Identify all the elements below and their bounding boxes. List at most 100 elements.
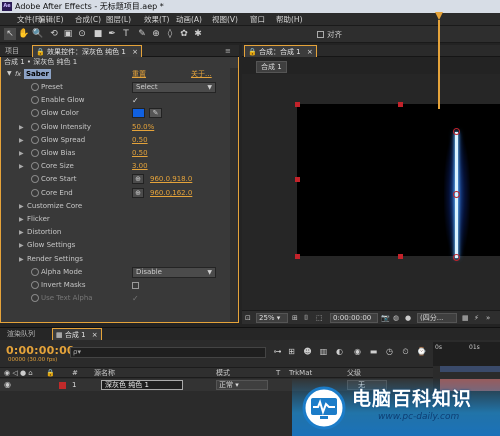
current-time-indicator[interactable]	[438, 20, 440, 109]
expand-triangle-icon[interactable]: ▶	[19, 203, 24, 210]
pen-tool-icon[interactable]: ✒	[106, 28, 118, 40]
expand-triangle-icon[interactable]: ▶	[19, 256, 24, 263]
prop-render-settings[interactable]: ▶ Render Settings	[1, 253, 230, 266]
expand-triangle-icon[interactable]: ▼	[7, 70, 12, 78]
prop-alpha-mode[interactable]: Alpha Mode Disable ▼	[1, 266, 230, 279]
stopwatch-icon[interactable]	[31, 294, 39, 303]
stopwatch-icon[interactable]	[31, 109, 39, 118]
close-icon[interactable]: ×	[132, 48, 138, 56]
glow-color-swatch[interactable]	[132, 108, 145, 119]
preset-dropdown[interactable]: Select ▼	[132, 82, 216, 93]
menu-edit[interactable]: 编辑(E)	[38, 14, 64, 25]
draft-3d-icon[interactable]: ⊞	[286, 346, 297, 357]
alpha-mode-dropdown[interactable]: Disable ▼	[132, 266, 216, 278]
core-start-value[interactable]: 960.0,918.0	[150, 174, 192, 185]
reset-link[interactable]: 重置	[132, 69, 146, 79]
hand-tool-icon[interactable]: ✋	[18, 28, 30, 40]
timer-icon[interactable]: ⏲	[400, 346, 411, 357]
stopwatch-icon[interactable]	[31, 149, 39, 157]
show-snapshot-icon[interactable]: ◍	[393, 313, 399, 323]
clone-stamp-tool-icon[interactable]: ⊕	[150, 28, 162, 40]
comp-breadcrumb[interactable]: 合成 1	[256, 61, 287, 73]
menu-effect[interactable]: 效果(T)	[144, 14, 169, 25]
fast-preview-icon[interactable]: ⚡	[474, 313, 479, 323]
menu-window[interactable]: 窗口	[250, 14, 265, 25]
prop-glow-bias[interactable]: ▶ Glow Bias 0.50	[1, 147, 230, 160]
menu-animation[interactable]: 动画(A)	[176, 14, 202, 25]
expand-triangle-icon[interactable]: ▶	[19, 150, 24, 157]
composition-viewer[interactable]	[242, 74, 500, 310]
prop-enable-glow[interactable]: Enable Glow ✓	[1, 94, 230, 107]
effect-panel-scrollbar[interactable]	[230, 68, 238, 322]
fx-badge[interactable]: fx	[15, 69, 21, 79]
snap-checkbox[interactable]	[317, 31, 324, 38]
rectangle-tool-icon[interactable]: ■	[92, 28, 104, 40]
stopwatch-icon[interactable]	[31, 83, 39, 91]
tab-comp-1[interactable]: ▦ 合成 1 ×	[52, 328, 102, 340]
eye-icon[interactable]: ◉	[4, 380, 11, 390]
hide-shy-icon[interactable]: ☻	[302, 346, 313, 357]
expand-triangle-icon[interactable]: ▶	[19, 216, 24, 223]
expand-triangle-icon[interactable]: ▶	[19, 242, 24, 249]
stopwatch-icon[interactable]	[31, 175, 39, 184]
camera-tool-icon[interactable]: ▣	[62, 28, 74, 40]
zoom-dropdown[interactable]: 25% ▾	[256, 313, 288, 323]
expand-triangle-icon[interactable]: ▶	[19, 124, 24, 131]
composition-canvas[interactable]	[297, 104, 500, 261]
core-end-value[interactable]: 960.0,162.0	[150, 188, 192, 199]
stopwatch-icon[interactable]	[31, 162, 39, 171]
layer-label-color[interactable]	[59, 382, 66, 389]
tab-composition[interactable]: 🔒 合成：合成 1 ×	[244, 45, 317, 57]
stopwatch-icon[interactable]	[31, 135, 39, 144]
mask-icon[interactable]: ⌷	[304, 313, 308, 323]
crosshair-icon[interactable]: ⊕	[132, 187, 144, 198]
layer-handle[interactable]	[295, 177, 300, 182]
menu-composition[interactable]: 合成(C)	[75, 14, 101, 25]
menu-help[interactable]: 帮助(H)	[276, 14, 303, 25]
prop-distortion[interactable]: ▶ Distortion	[1, 226, 230, 239]
prop-glow-intensity[interactable]: ▶ Glow Intensity 50.0%	[1, 121, 230, 134]
prop-invert-masks[interactable]: Invert Masks	[1, 279, 230, 292]
stopwatch-icon[interactable]	[31, 122, 39, 131]
glow-spread-value[interactable]: 0.50	[132, 135, 148, 146]
enable-glow-checkbox[interactable]: ✓	[132, 95, 139, 106]
expand-triangle-icon[interactable]: ▶	[19, 229, 24, 236]
rotate-tool-icon[interactable]: ⟲	[48, 28, 60, 40]
selection-tool-icon[interactable]: ↖	[4, 28, 16, 40]
anchor-point[interactable]	[453, 191, 460, 198]
tab-project[interactable]: 项目	[2, 45, 22, 57]
pan-behind-tool-icon[interactable]: ⊙	[76, 28, 88, 40]
glow-bias-value[interactable]: 0.50	[132, 148, 148, 159]
brush-tool-icon[interactable]: ✎	[136, 28, 148, 40]
crosshair-icon[interactable]: ⊕	[132, 174, 144, 185]
prop-core-start[interactable]: Core Start ⊕ 960.0,918.0	[1, 173, 230, 186]
close-icon[interactable]: ×	[307, 48, 313, 56]
channel-icon[interactable]: ●	[405, 313, 411, 323]
eyedropper-icon[interactable]: ✎	[149, 108, 162, 119]
prop-glow-settings[interactable]: ▶ Glow Settings	[1, 239, 230, 252]
time-ruler[interactable]: 0s 01s	[433, 342, 500, 366]
prop-preset[interactable]: Preset Select ▼	[1, 81, 230, 94]
panel-menu-icon[interactable]: ≡	[222, 45, 234, 57]
glow-intensity-value[interactable]: 50.0%	[132, 122, 154, 133]
puppet-tool-icon[interactable]: ✱	[192, 28, 204, 40]
frame-blending-icon[interactable]: ▥	[318, 346, 329, 357]
layer-handle[interactable]	[295, 254, 300, 259]
layer-name[interactable]: 深灰色 纯色 1	[101, 380, 183, 390]
close-icon[interactable]: ×	[92, 331, 98, 339]
blend-mode-dropdown[interactable]: 正常 ▾	[216, 380, 268, 390]
stopwatch-icon[interactable]	[31, 96, 39, 105]
column-mode[interactable]: 模式	[216, 368, 230, 379]
layer-handle[interactable]	[295, 102, 300, 107]
zoom-tool-icon[interactable]: 🔍	[32, 28, 44, 40]
prop-core-size[interactable]: ▶ Core Size 3.00	[1, 160, 230, 173]
expand-triangle-icon[interactable]: ▶	[19, 137, 24, 144]
always-preview-icon[interactable]: ⊡	[245, 313, 251, 323]
core-start-point[interactable]	[453, 254, 460, 261]
layer-search-input[interactable]: ρ▾	[70, 347, 266, 358]
roto-brush-tool-icon[interactable]: ✿	[178, 28, 190, 40]
prop-customize-core[interactable]: ▶ Customize Core	[1, 200, 230, 213]
resolution-dropdown[interactable]: (四分...	[417, 313, 457, 323]
work-area-bar[interactable]	[440, 366, 500, 372]
effect-name[interactable]: Saber	[24, 69, 51, 79]
